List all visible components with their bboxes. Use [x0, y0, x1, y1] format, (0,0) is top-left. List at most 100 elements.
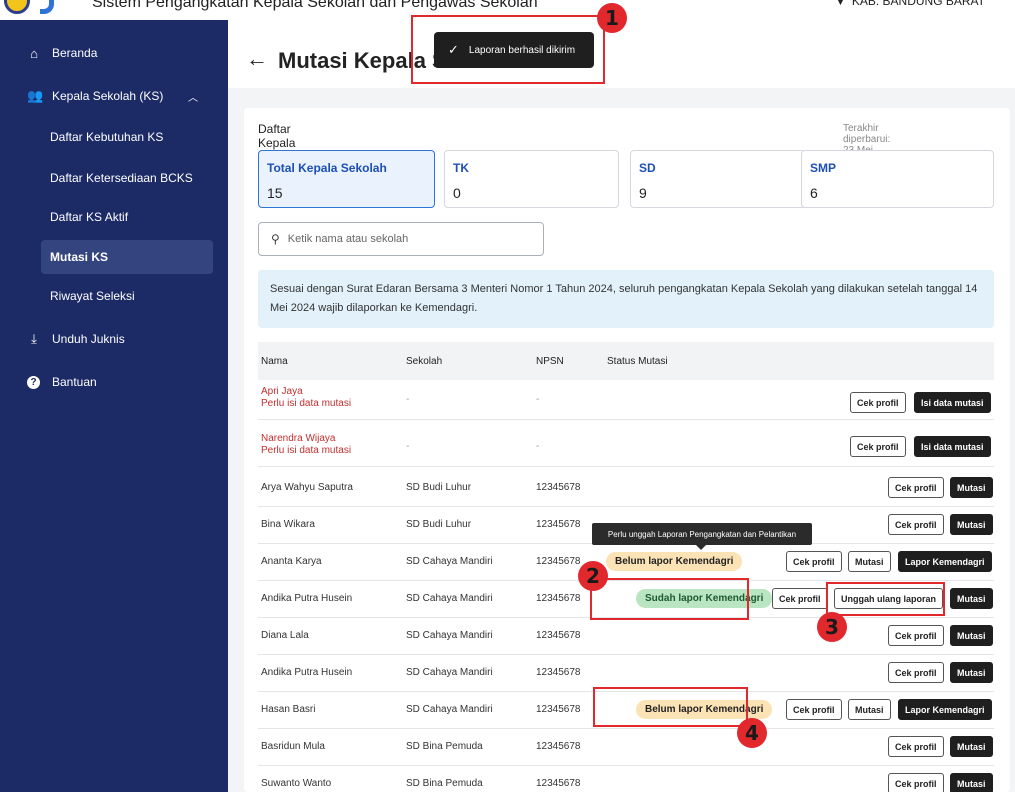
cek-profil-button[interactable]: Cek profil [786, 699, 842, 720]
app-title: Sistem Pengangkatan Kepala Sekolah dan P… [92, 0, 538, 11]
column-header-status: Status Mutasi [607, 356, 668, 367]
row-school: SD Cahaya Mandiri [406, 556, 493, 567]
cek-profil-button[interactable]: Cek profil [888, 514, 944, 535]
row-note: Perlu isi data mutasi [261, 445, 352, 456]
cek-profil-button[interactable]: Cek profil [786, 551, 842, 572]
mutasi-button[interactable]: Mutasi [848, 699, 891, 720]
cek-profil-button[interactable]: Cek profil [850, 392, 906, 413]
sidebar-item-daftar-ks-aktif[interactable]: Daftar KS Aktif [0, 199, 228, 235]
row-name: Arya Wahyu Saputra [261, 482, 353, 493]
column-header-sekolah: Sekolah [406, 356, 443, 367]
stat-card-tk[interactable]: TK 0 [444, 150, 619, 208]
mutasi-button[interactable]: Mutasi [950, 625, 993, 646]
sidebar-item-label: Daftar KS Aktif [50, 210, 129, 224]
cek-profil-button[interactable]: Cek profil [888, 736, 944, 757]
search-input[interactable]: ⚲ Ketik nama atau sekolah [258, 222, 544, 256]
row-npsn: 12345678 [536, 630, 581, 641]
app-logo [40, 0, 54, 14]
sidebar-item-daftar-kebutuhan-ks[interactable]: Daftar Kebutuhan KS [0, 119, 228, 155]
row-name: Bina Wikara [261, 519, 315, 530]
annotation-badge-2: 2 [578, 561, 608, 591]
sidebar-item-label: Bantuan [52, 375, 97, 389]
table-row: Basridun Mula SD Bina Pemuda 12345678 Ce… [258, 729, 994, 766]
sidebar-item-daftar-ketersediaan-bcks[interactable]: Daftar Ketersediaan BCKS [0, 160, 228, 196]
status-tooltip: Perlu unggah Laporan Pengangkatan dan Pe… [592, 523, 812, 550]
mutasi-button[interactable]: Mutasi [950, 588, 993, 609]
highlight-box-1 [411, 15, 605, 84]
mutasi-button[interactable]: Mutasi [950, 514, 993, 535]
mutasi-button[interactable]: Mutasi [950, 662, 993, 683]
cek-profil-button[interactable]: Cek profil [888, 773, 944, 792]
stat-card-total[interactable]: Total Kepala Sekolah 15 [258, 150, 435, 208]
status-badge: Belum lapor Kemendagri [606, 552, 743, 571]
row-npsn: 12345678 [536, 704, 581, 715]
column-header-nama: Nama [261, 356, 288, 367]
stat-label: TK [453, 161, 469, 175]
search-placeholder: Ketik nama atau sekolah [287, 233, 409, 245]
column-header-npsn: NPSN [536, 356, 564, 367]
row-school: SD Budi Luhur [406, 482, 472, 493]
users-icon: 👥 [27, 88, 44, 103]
row-npsn: 12345678 [536, 482, 581, 493]
stat-card-smp[interactable]: SMP 6 [801, 150, 994, 208]
row-name: Diana Lala [261, 630, 309, 641]
sidebar-item-label: Daftar Kebutuhan KS [50, 130, 164, 144]
isi-data-mutasi-button[interactable]: Isi data mutasi [914, 436, 991, 457]
row-school: - [406, 394, 410, 405]
cek-profil-button[interactable]: Cek profil [850, 436, 906, 457]
row-school: SD Bina Pemuda [406, 741, 483, 752]
sidebar: ⌂ Beranda 👥 Kepala Sekolah (KS) ︿ Daftar… [0, 20, 228, 792]
isi-data-mutasi-button[interactable]: Isi data mutasi [914, 392, 991, 413]
sidebar-item-label: Mutasi KS [50, 250, 109, 264]
row-npsn: 12345678 [536, 741, 581, 752]
back-arrow-icon[interactable]: ← [246, 46, 268, 72]
mutasi-button[interactable]: Mutasi [848, 551, 891, 572]
stat-value: 0 [453, 185, 461, 201]
lapor-kemendagri-button[interactable]: Lapor Kemendagri [898, 551, 992, 572]
row-school: SD Bina Pemuda [406, 778, 483, 789]
sidebar-item-riwayat-seleksi[interactable]: Riwayat Seleksi [0, 278, 228, 314]
row-name: Ananta Karya [261, 556, 322, 567]
home-icon: ⌂ [30, 45, 38, 61]
location-pin-icon: ▼ [834, 0, 846, 8]
row-name: Andika Putra Husein [261, 593, 353, 604]
region-label: KAB. BANDUNG BARAT [851, 0, 985, 8]
sidebar-item-bantuan[interactable]: ? Bantuan [0, 364, 228, 400]
row-npsn: - [536, 441, 540, 452]
region-selector[interactable]: ▼ KAB. BANDUNG BARAT [835, 0, 985, 8]
table-header: Nama Sekolah NPSN Status Mutasi [258, 342, 994, 380]
sidebar-item-label: Daftar Ketersediaan BCKS [50, 171, 193, 185]
sidebar-item-mutasi-ks[interactable]: Mutasi KS [41, 240, 213, 274]
stat-label: Total Kepala Sekolah [267, 161, 387, 175]
row-school: SD Cahaya Mandiri [406, 630, 493, 641]
mutasi-button[interactable]: Mutasi [950, 736, 993, 757]
cek-profil-button[interactable]: Cek profil [888, 625, 944, 646]
row-name: Andika Putra Husein [261, 667, 353, 678]
sidebar-item-beranda[interactable]: ⌂ Beranda [0, 35, 228, 71]
row-school: SD Cahaya Mandiri [406, 667, 493, 678]
chevron-up-icon: ︿ [188, 92, 198, 104]
row-name: Basridun Mula [261, 741, 325, 752]
row-npsn: 12345678 [536, 593, 581, 604]
cek-profil-button[interactable]: Cek profil [772, 588, 828, 609]
mutasi-button[interactable]: Mutasi [950, 773, 993, 792]
sidebar-group-kepala-sekolah[interactable]: 👥 Kepala Sekolah (KS) ︿ [0, 78, 228, 114]
table-row: Apri Jaya Perlu isi data mutasi - - Cek p… [258, 380, 994, 420]
lapor-kemendagri-button[interactable]: Lapor Kemendagri [898, 699, 992, 720]
download-icon: ⤓ [31, 331, 37, 346]
sidebar-item-label: Riwayat Seleksi [50, 289, 135, 303]
row-npsn: 12345678 [536, 667, 581, 678]
mutasi-button[interactable]: Mutasi [950, 477, 993, 498]
stat-value: 15 [267, 185, 283, 201]
row-name: Hasan Basri [261, 704, 316, 715]
sidebar-item-unduh-juknis[interactable]: ⤓ Unduh Juknis [0, 321, 228, 357]
ministry-logo [4, 0, 30, 14]
search-icon: ⚲ [271, 232, 280, 246]
row-name: Narendra Wijaya Perlu isi data mutasi [261, 433, 351, 457]
cek-profil-button[interactable]: Cek profil [888, 477, 944, 498]
row-npsn: 12345678 [536, 519, 581, 530]
stat-card-sd[interactable]: SD 9 [630, 150, 806, 208]
cek-profil-button[interactable]: Cek profil [888, 662, 944, 683]
row-name: Suwanto Wanto [261, 778, 332, 789]
row-school: - [406, 441, 410, 452]
